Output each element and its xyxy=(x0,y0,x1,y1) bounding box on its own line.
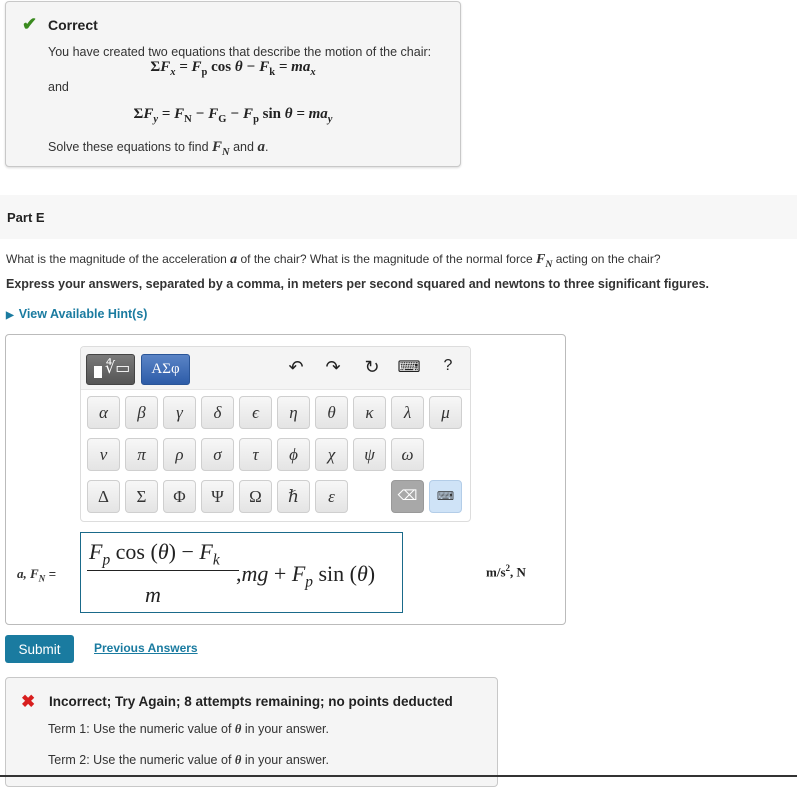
hints-label: View Available Hint(s) xyxy=(18,307,148,321)
incorrect-status: Incorrect; Try Again; 8 attempts remaini… xyxy=(49,694,453,709)
fraction-numerator: Fp cos (θ) − Fk xyxy=(89,539,220,569)
greek-key-σ[interactable]: σ xyxy=(201,438,234,471)
term2-feedback: Term 2: Use the numeric value of θ in yo… xyxy=(48,753,329,768)
answer-instruction: Express your answers, separated by a com… xyxy=(6,277,709,291)
template-block-icon xyxy=(94,366,102,378)
fraction-bar xyxy=(87,570,239,571)
greek-key-ϕ[interactable]: ϕ xyxy=(277,438,310,471)
greek-key-λ[interactable]: λ xyxy=(391,396,424,429)
var-a: a xyxy=(257,139,265,155)
term2-suffix: in your answer. xyxy=(244,753,329,767)
greek-key-χ[interactable]: χ xyxy=(315,438,348,471)
greek-key-γ[interactable]: γ xyxy=(163,396,196,429)
connector-text: and xyxy=(48,80,69,94)
math-palette: ∜▭ ΑΣφ ↶ ↷ ↻ ⌨ ? αβγδϵηθκλμ νπρστϕχψω ΔΣΦΨ… xyxy=(80,346,471,522)
answer-label: a, FN = xyxy=(17,566,57,584)
question-part2: of the chair? What is the magnitude of t… xyxy=(240,252,533,266)
var-a: a xyxy=(230,252,238,267)
solve-suffix: . xyxy=(264,140,269,154)
greek-key-ω[interactable]: ω xyxy=(391,438,424,471)
greek-key-ψ[interactable]: ψ xyxy=(353,438,386,471)
term1-suffix: in your answer. xyxy=(244,722,329,736)
greek-key-Σ[interactable]: Σ xyxy=(125,480,158,513)
greek-key-ℏ[interactable]: ℏ xyxy=(277,480,310,513)
question-part1: What is the magnitude of the acceleratio… xyxy=(6,252,227,266)
part-title: Part E xyxy=(7,210,45,225)
undo-icon[interactable]: ↶ xyxy=(284,357,308,378)
term1-feedback: Term 1: Use the numeric value of θ in yo… xyxy=(48,722,329,737)
term1-prefix: Term 1: Use the numeric value of xyxy=(48,722,232,736)
greek-key-Δ[interactable]: Δ xyxy=(87,480,120,513)
feedback-intro: You have created two equations that desc… xyxy=(48,45,432,59)
correct-feedback-panel: ✔ Correct You have created two equations… xyxy=(5,1,461,167)
greek-key-θ[interactable]: θ xyxy=(315,396,348,429)
incorrect-feedback-panel: ✖ Incorrect; Try Again; 8 attempts remai… xyxy=(5,677,498,787)
backspace-key[interactable]: ⌫ xyxy=(391,480,424,513)
greek-key-ρ[interactable]: ρ xyxy=(163,438,196,471)
greek-key-Ω[interactable]: Ω xyxy=(239,480,272,513)
equation-x: ΣFx = Fp cos θ − Fk = max xyxy=(150,59,316,78)
question-part3: acting on the chair? xyxy=(555,252,661,266)
redo-icon[interactable]: ↷ xyxy=(321,357,345,378)
answer-second-term: ,mg + Fp sin (θ) xyxy=(236,561,376,591)
keyboard-toggle-key[interactable]: ⌨ xyxy=(429,480,462,513)
greek-key-ν[interactable]: ν xyxy=(87,438,120,471)
greek-key-κ[interactable]: κ xyxy=(353,396,386,429)
greek-letters-button[interactable]: ΑΣφ xyxy=(141,354,190,385)
part-header: Part E xyxy=(0,195,797,239)
solve-and: and xyxy=(233,140,254,154)
submit-button[interactable]: Submit xyxy=(5,635,74,663)
term2-prefix: Term 2: Use the numeric value of xyxy=(48,753,232,767)
var-fn: FN xyxy=(212,139,230,158)
equation-y: ΣFy = FN − FG − Fp sin θ = may xyxy=(133,106,333,125)
expand-triangle-icon: ▶ xyxy=(6,310,14,321)
greek-key-μ[interactable]: μ xyxy=(429,396,462,429)
feedback-status: Correct xyxy=(48,17,98,33)
greek-key-α[interactable]: α xyxy=(87,396,120,429)
greek-key-Ψ[interactable]: Ψ xyxy=(201,480,234,513)
palette-toolbar: ∜▭ ΑΣφ ↶ ↷ ↻ ⌨ ? xyxy=(81,347,470,390)
theta-symbol: θ xyxy=(234,753,242,767)
templates-button[interactable]: ∜▭ xyxy=(86,354,135,385)
greek-key-δ[interactable]: δ xyxy=(201,396,234,429)
solve-prefix: Solve these equations to find xyxy=(48,140,209,154)
question-text: What is the magnitude of the acceleratio… xyxy=(6,252,661,270)
greek-key-Φ[interactable]: Φ xyxy=(163,480,196,513)
x-mark-icon: ✖ xyxy=(21,692,36,711)
reset-icon[interactable]: ↻ xyxy=(360,357,384,378)
greek-key-η[interactable]: η xyxy=(277,396,310,429)
keyboard-shortcuts-icon[interactable]: ⌨ xyxy=(397,357,421,377)
checkmark-icon: ✔ xyxy=(22,14,38,34)
root-icon: ∜▭ xyxy=(105,358,131,377)
answer-units: m/s2, N xyxy=(486,563,526,580)
theta-symbol: θ xyxy=(234,722,242,736)
var-fn: FN xyxy=(535,252,553,270)
previous-answers-link[interactable]: Previous Answers xyxy=(94,641,198,655)
help-icon[interactable]: ? xyxy=(436,357,460,375)
view-hints-link[interactable]: ▶ View Available Hint(s) xyxy=(6,307,147,321)
greek-key-β[interactable]: β xyxy=(125,396,158,429)
greek-key-π[interactable]: π xyxy=(125,438,158,471)
greek-key-ε[interactable]: ε xyxy=(315,480,348,513)
solve-instruction: Solve these equations to find FN and a. xyxy=(48,139,268,158)
answer-input[interactable]: Fp cos (θ) − Fk m ,mg + Fp sin (θ) xyxy=(80,532,403,613)
greek-key-ϵ[interactable]: ϵ xyxy=(239,396,272,429)
fraction-denominator: m xyxy=(145,582,161,607)
answer-label-vars: a, FN xyxy=(17,566,46,584)
greek-key-τ[interactable]: τ xyxy=(239,438,272,471)
